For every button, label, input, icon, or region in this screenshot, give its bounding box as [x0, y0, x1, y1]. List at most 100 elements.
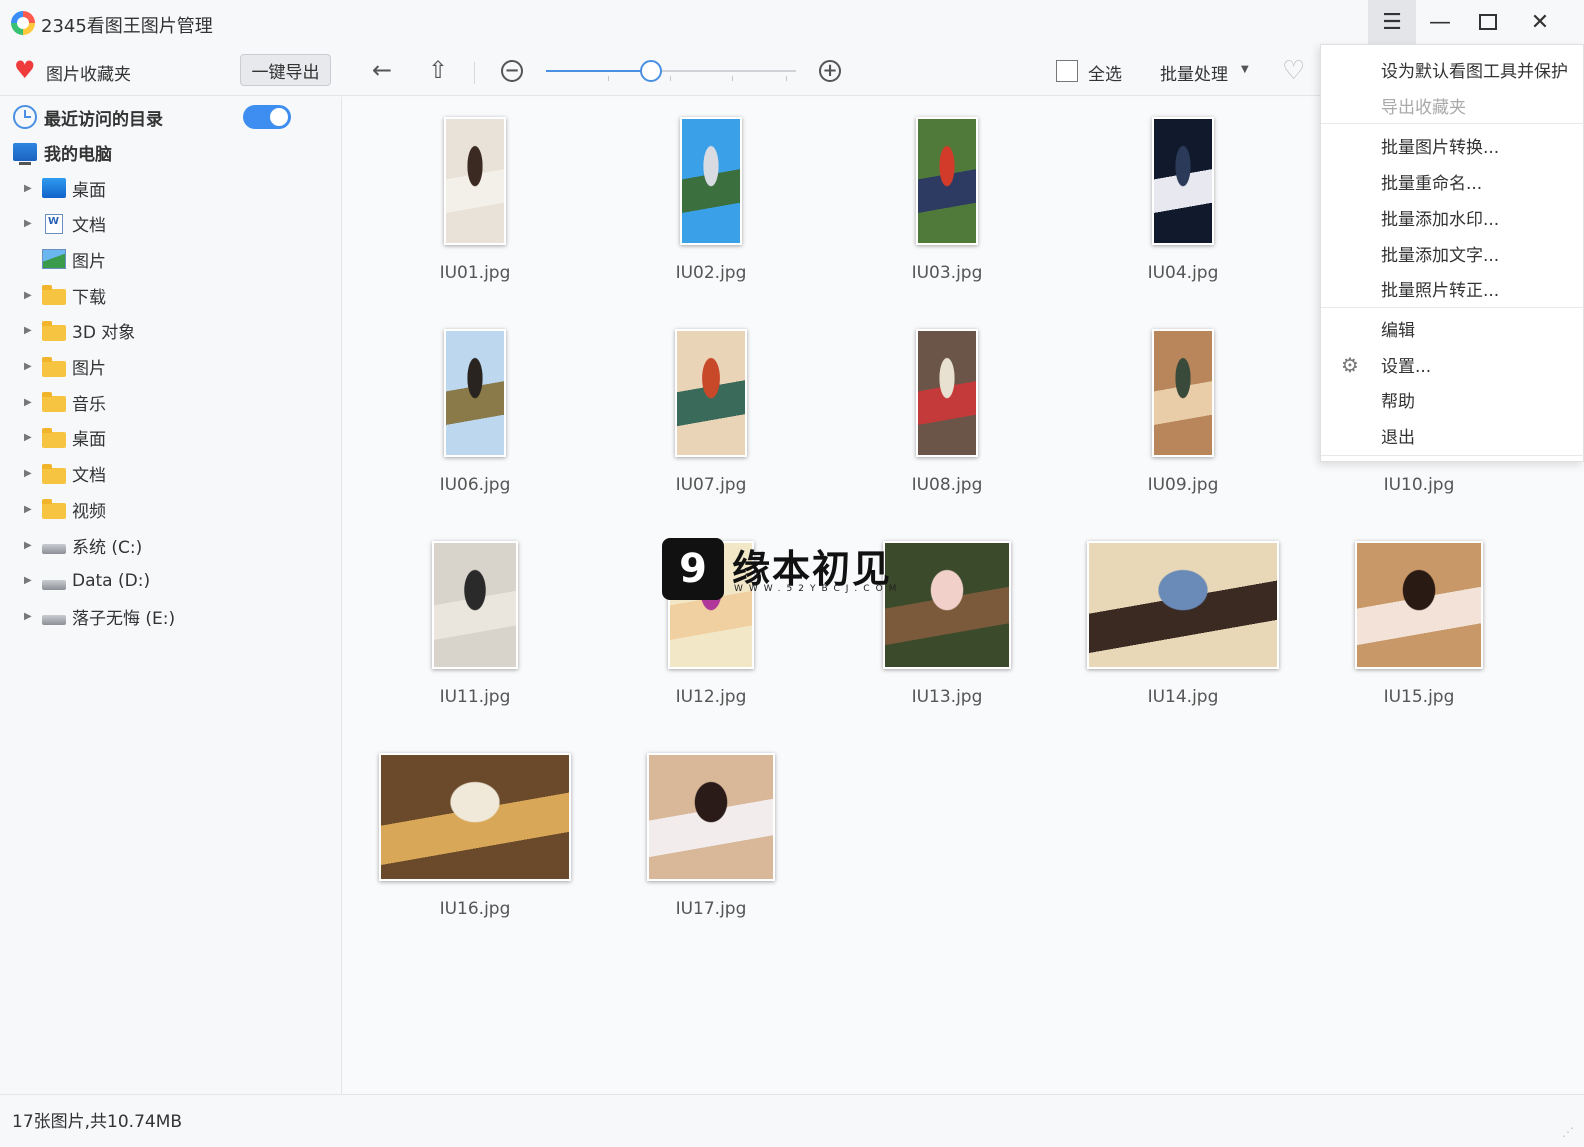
- expand-caret-icon[interactable]: ▶: [24, 575, 32, 586]
- sidebar-item[interactable]: ▶ 3D 对象: [0, 313, 342, 349]
- heart-outline-icon[interactable]: ♡: [1282, 56, 1305, 86]
- sidebar-recent-dirs[interactable]: 最近访问的目录: [0, 99, 342, 135]
- image-thumbnail[interactable]: [444, 117, 506, 245]
- menu-item[interactable]: 帮助: [1381, 387, 1415, 412]
- sidebar-item[interactable]: ▶ 视频: [0, 491, 342, 527]
- image-thumbnail[interactable]: [916, 329, 978, 457]
- zoom-slider[interactable]: [546, 60, 796, 82]
- folder-icon: [42, 392, 66, 413]
- image-thumbnail[interactable]: [1355, 541, 1483, 669]
- menu-item[interactable]: 批量照片转正...: [1381, 276, 1499, 301]
- expand-caret-icon[interactable]: ▶: [24, 397, 32, 408]
- one-click-export-button[interactable]: 一键导出: [240, 54, 331, 86]
- menu-item[interactable]: 批量重命名...: [1381, 169, 1482, 194]
- image-filename[interactable]: IU09.jpg: [1065, 475, 1301, 495]
- image-filename[interactable]: IU03.jpg: [829, 263, 1065, 283]
- up-arrow-icon[interactable]: ⇧: [428, 56, 448, 84]
- image-filename[interactable]: IU01.jpg: [357, 263, 593, 283]
- image-filename[interactable]: IU10.jpg: [1301, 475, 1537, 495]
- sidebar-my-computer[interactable]: 我的电脑: [0, 134, 342, 170]
- menu-item[interactable]: 设为默认看图工具并保护: [1381, 57, 1568, 82]
- image-filename[interactable]: IU07.jpg: [593, 475, 829, 495]
- slider-tick: [732, 76, 733, 81]
- select-all-label[interactable]: 全选: [1088, 60, 1122, 85]
- sidebar-item[interactable]: ▶ 系统 (C:): [0, 527, 342, 563]
- expand-caret-icon[interactable]: ▶: [24, 183, 32, 194]
- minimize-button[interactable]: —: [1416, 0, 1464, 44]
- close-button[interactable]: ✕: [1516, 0, 1564, 44]
- zoom-slider-thumb[interactable]: [640, 60, 662, 82]
- sidebar-item[interactable]: 图片: [0, 241, 342, 277]
- image-thumbnail[interactable]: [916, 117, 978, 245]
- menu-item[interactable]: 批量添加水印...: [1381, 205, 1499, 230]
- menu-item[interactable]: 批量图片转换...: [1381, 133, 1499, 158]
- menu-item[interactable]: 编辑: [1381, 316, 1415, 341]
- menu-button[interactable]: ☰: [1368, 0, 1416, 44]
- image-filename[interactable]: IU12.jpg: [593, 687, 829, 707]
- resize-grip-icon[interactable]: ⋰: [1562, 1125, 1574, 1139]
- hamburger-icon: ☰: [1382, 9, 1402, 35]
- toolbar-divider: [474, 62, 475, 84]
- app-logo-icon: [11, 11, 35, 35]
- expand-caret-icon[interactable]: ▶: [24, 432, 32, 443]
- heart-icon[interactable]: ♥: [14, 57, 36, 83]
- image-filename[interactable]: IU16.jpg: [357, 899, 593, 919]
- drive-icon: [42, 615, 66, 626]
- menu-item[interactable]: 批量添加文字...: [1381, 241, 1499, 266]
- watermark-url: WWW.52YBCJ.COM: [734, 584, 903, 594]
- sidebar-item-label: Data (D:): [72, 570, 151, 591]
- sidebar-item[interactable]: ▶ 图片: [0, 349, 342, 385]
- expand-caret-icon[interactable]: ▶: [24, 504, 32, 515]
- expand-caret-icon[interactable]: ▶: [24, 325, 32, 336]
- image-filename[interactable]: IU08.jpg: [829, 475, 1065, 495]
- maximize-button[interactable]: [1464, 0, 1512, 44]
- image-thumbnail[interactable]: [379, 753, 571, 881]
- sidebar-item[interactable]: ▶ 桌面: [0, 420, 342, 456]
- favorites-label[interactable]: 图片收藏夹: [46, 60, 131, 85]
- image-thumbnail[interactable]: [1152, 329, 1214, 457]
- expand-caret-icon[interactable]: ▶: [24, 361, 32, 372]
- expand-caret-icon[interactable]: ▶: [24, 468, 32, 479]
- sidebar-item[interactable]: ▶ 桌面: [0, 170, 342, 206]
- expand-caret-icon[interactable]: ▶: [24, 218, 32, 229]
- maximize-icon: [1479, 14, 1497, 30]
- back-arrow-icon[interactable]: ←: [372, 56, 392, 84]
- expand-caret-icon[interactable]: ▶: [24, 540, 32, 551]
- watermark: 9 缘本初见 WWW.52YBCJ.COM: [662, 538, 912, 608]
- folder-icon: [42, 463, 66, 484]
- sidebar-item[interactable]: ▶ 文档: [0, 206, 342, 242]
- sidebar-item[interactable]: ▶ Data (D:): [0, 563, 342, 599]
- sidebar-item[interactable]: ▶ 音乐: [0, 384, 342, 420]
- sidebar-item-label: 音乐: [72, 394, 106, 415]
- slider-tick: [608, 76, 609, 81]
- image-filename[interactable]: IU04.jpg: [1065, 263, 1301, 283]
- image-thumbnail[interactable]: [1152, 117, 1214, 245]
- image-filename[interactable]: IU15.jpg: [1301, 687, 1537, 707]
- image-thumbnail[interactable]: [675, 329, 747, 457]
- image-filename[interactable]: IU17.jpg: [593, 899, 829, 919]
- recent-toggle-switch[interactable]: [243, 105, 291, 129]
- menu-item[interactable]: 退出: [1381, 423, 1415, 448]
- image-thumbnail[interactable]: [647, 753, 775, 881]
- image-filename[interactable]: IU11.jpg: [357, 687, 593, 707]
- image-thumbnail[interactable]: [680, 117, 742, 245]
- batch-process-dropdown[interactable]: 批量处理: [1160, 60, 1228, 85]
- caret-down-icon[interactable]: ▼: [1241, 64, 1249, 75]
- menu-item[interactable]: 设置...: [1381, 352, 1431, 377]
- select-all-checkbox[interactable]: [1056, 60, 1078, 82]
- zoom-in-icon[interactable]: +: [819, 60, 841, 82]
- expand-caret-icon[interactable]: ▶: [24, 611, 32, 622]
- image-thumbnail[interactable]: [432, 541, 518, 669]
- sidebar-item[interactable]: ▶ 下载: [0, 277, 342, 313]
- status-bar: 17张图片,共10.74MB ⋰: [0, 1094, 1584, 1147]
- image-filename[interactable]: IU06.jpg: [357, 475, 593, 495]
- image-thumbnail[interactable]: [444, 329, 506, 457]
- image-thumbnail[interactable]: [1087, 541, 1279, 669]
- image-filename[interactable]: IU14.jpg: [1065, 687, 1301, 707]
- expand-caret-icon[interactable]: ▶: [24, 290, 32, 301]
- zoom-out-icon[interactable]: −: [501, 60, 523, 82]
- image-filename[interactable]: IU13.jpg: [829, 687, 1065, 707]
- sidebar-item[interactable]: ▶ 文档: [0, 456, 342, 492]
- image-filename[interactable]: IU02.jpg: [593, 263, 829, 283]
- sidebar-item[interactable]: ▶ 落子无悔 (E:): [0, 598, 342, 634]
